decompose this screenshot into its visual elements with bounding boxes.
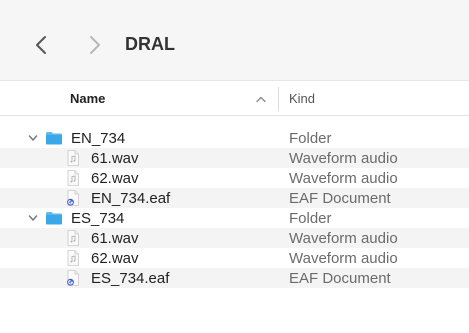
chevron-up-icon[interactable] — [255, 95, 267, 103]
file-row[interactable]: 62.wav Waveform audio — [0, 248, 469, 268]
back-button[interactable] — [30, 30, 54, 60]
item-name: 61.wav — [91, 230, 139, 247]
toolbar: DRAL — [0, 0, 469, 80]
name-column-header[interactable]: Name — [70, 91, 105, 106]
chevron-down-icon[interactable] — [28, 133, 38, 143]
item-kind: EAF Document — [289, 190, 391, 207]
file-list: EN_734 Folder 61.wav Waveform audio 62.w… — [0, 128, 469, 288]
finder-window: DRAL Name Kind EN_734 Folder 61.wav Wave… — [0, 0, 469, 333]
chevron-left-icon — [36, 36, 46, 54]
audio-file-icon — [64, 249, 82, 267]
item-name: 62.wav — [91, 170, 139, 187]
item-kind: EAF Document — [289, 270, 391, 287]
kind-column-header[interactable]: Kind — [289, 91, 315, 106]
item-name: ES_734 — [71, 210, 125, 227]
item-name: EN_734.eaf — [91, 190, 171, 207]
audio-file-icon — [64, 169, 82, 187]
column-header: Name Kind — [0, 80, 469, 116]
item-name: 61.wav — [91, 150, 139, 167]
eaf-document-icon — [64, 189, 82, 207]
item-kind: Waveform audio — [289, 250, 398, 267]
item-name: 62.wav — [91, 250, 139, 267]
folder-row[interactable]: ES_734 Folder — [0, 208, 469, 228]
item-name: ES_734.eaf — [91, 270, 170, 287]
file-row[interactable]: EN_734.eaf EAF Document — [0, 188, 469, 208]
item-kind: Waveform audio — [289, 230, 398, 247]
eaf-document-icon — [64, 269, 82, 287]
audio-file-icon — [64, 229, 82, 247]
file-row[interactable]: 62.wav Waveform audio — [0, 168, 469, 188]
item-kind: Folder — [289, 130, 332, 147]
file-row[interactable]: 61.wav Waveform audio — [0, 148, 469, 168]
item-name: EN_734 — [71, 130, 126, 147]
column-divider[interactable] — [278, 87, 279, 111]
chevron-right-icon — [90, 36, 100, 54]
item-kind: Folder — [289, 210, 332, 227]
forward-button[interactable] — [82, 30, 106, 60]
window-title: DRAL — [125, 34, 175, 54]
folder-icon — [45, 129, 63, 147]
file-row[interactable]: ES_734.eaf EAF Document — [0, 268, 469, 288]
audio-file-icon — [64, 149, 82, 167]
chevron-down-icon[interactable] — [28, 213, 38, 223]
folder-icon — [45, 209, 63, 227]
file-row[interactable]: 61.wav Waveform audio — [0, 228, 469, 248]
item-kind: Waveform audio — [289, 150, 398, 167]
item-kind: Waveform audio — [289, 170, 398, 187]
folder-row[interactable]: EN_734 Folder — [0, 128, 469, 148]
